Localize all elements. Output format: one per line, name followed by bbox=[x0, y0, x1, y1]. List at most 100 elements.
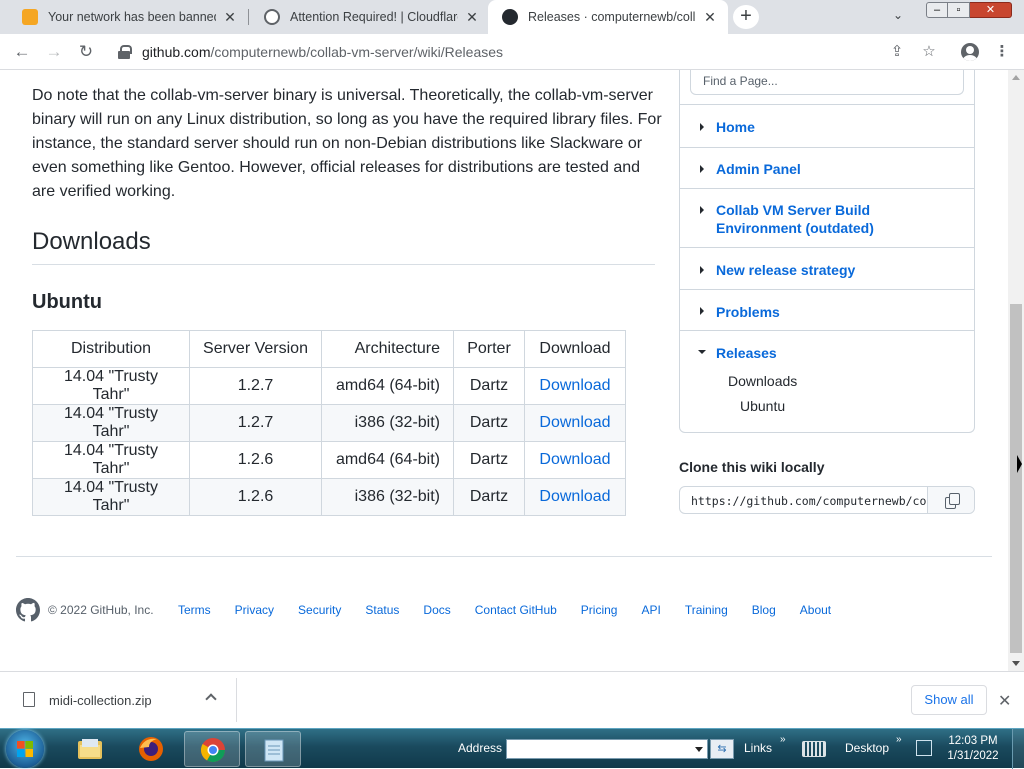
find-page-input[interactable]: Find a Page... bbox=[690, 70, 964, 95]
column-header: Server Version bbox=[189, 330, 322, 368]
window-close-button[interactable]: ✕ bbox=[970, 2, 1012, 18]
footer-link-training[interactable]: Training bbox=[685, 603, 728, 617]
sidebar-item-admin-panel[interactable]: Admin Panel bbox=[680, 147, 974, 188]
table-row: 14.04 "Trusty Tahr" 1.2.7 i386 (32-bit) … bbox=[32, 404, 626, 442]
address-toolbar-input[interactable] bbox=[506, 739, 708, 759]
close-icon[interactable]: ✕ bbox=[222, 9, 238, 26]
architecture-cell: i386 (32-bit) bbox=[321, 478, 454, 516]
footer-link-status[interactable]: Status bbox=[365, 603, 399, 617]
maximize-button[interactable]: ▫ bbox=[948, 2, 970, 18]
tab-title: Releases · computernewb/collab bbox=[528, 10, 696, 24]
menu-kebab-icon[interactable]: ⋮ bbox=[993, 43, 1011, 61]
chevron-double-right-icon[interactable]: » bbox=[896, 734, 902, 745]
footer-links: Terms Privacy Security Status Docs Conta… bbox=[178, 603, 855, 617]
scroll-up-arrow-icon[interactable] bbox=[1012, 75, 1020, 80]
tab-cloudflare[interactable]: Attention Required! | Cloudflare ✕ bbox=[250, 0, 490, 34]
footer-link-docs[interactable]: Docs bbox=[423, 603, 450, 617]
sidebar-subitem-ubuntu[interactable]: Ubuntu bbox=[740, 398, 785, 414]
sidebar-item-label: Admin Panel bbox=[716, 161, 801, 177]
sidebar-item-build-environment[interactable]: Collab VM Server Build Environment (outd… bbox=[680, 188, 974, 247]
forward-arrow-icon[interactable]: → bbox=[44, 42, 64, 62]
column-header: Architecture bbox=[321, 330, 454, 368]
sidebar-subitem-downloads[interactable]: Downloads bbox=[728, 373, 797, 389]
taskbar-explorer[interactable] bbox=[62, 731, 118, 767]
ubuntu-heading: Ubuntu bbox=[32, 291, 102, 313]
sidebar-item-new-release-strategy[interactable]: New release strategy bbox=[680, 247, 974, 289]
star-bookmark-icon[interactable]: ☆ bbox=[920, 43, 938, 61]
keyboard-icon[interactable] bbox=[802, 741, 826, 757]
github-logo-icon[interactable] bbox=[16, 598, 40, 622]
page-scrollbar[interactable] bbox=[1008, 70, 1024, 671]
sidebar-item-releases[interactable]: Releases bbox=[680, 330, 974, 432]
shelf-divider bbox=[236, 678, 237, 722]
network-icon[interactable] bbox=[916, 740, 932, 756]
desktop-toolbar-label[interactable]: Desktop bbox=[845, 741, 889, 755]
reload-icon[interactable]: ↻ bbox=[76, 42, 96, 62]
chevron-up-icon[interactable] bbox=[205, 693, 217, 705]
footer-link-security[interactable]: Security bbox=[298, 603, 341, 617]
download-shelf: midi-collection.zip Show all ✕ bbox=[0, 671, 1024, 728]
taskbar-chrome[interactable] bbox=[184, 731, 240, 767]
column-header: Distribution bbox=[32, 330, 190, 368]
download-cell: Download bbox=[524, 478, 626, 516]
footer-link-privacy[interactable]: Privacy bbox=[235, 603, 274, 617]
back-arrow-icon[interactable]: ← bbox=[12, 42, 32, 62]
system-clock[interactable]: 12:03 PM 1/31/2022 bbox=[942, 734, 1004, 764]
windows-taskbar: Address ⇆ Links » Desktop » 12:03 PM 1/3… bbox=[0, 728, 1024, 769]
address-bar[interactable]: github.com/computernewb/collab-vm-server… bbox=[106, 38, 956, 66]
porter-cell: Dartz bbox=[453, 404, 525, 442]
folder-icon bbox=[78, 739, 102, 759]
scrollbar-thumb[interactable] bbox=[1010, 304, 1022, 653]
footer-link-api[interactable]: API bbox=[641, 603, 660, 617]
chrome-icon bbox=[200, 738, 225, 763]
warning-favicon-icon bbox=[22, 9, 38, 25]
version-cell: 1.2.6 bbox=[189, 478, 322, 516]
download-link[interactable]: Download bbox=[539, 488, 610, 505]
footer-link-contact[interactable]: Contact GitHub bbox=[475, 603, 557, 617]
show-all-button[interactable]: Show all bbox=[911, 685, 987, 715]
minimize-button[interactable]: – bbox=[926, 2, 948, 18]
start-button[interactable] bbox=[6, 730, 44, 768]
file-icon bbox=[23, 692, 35, 707]
tab-search-chevron-icon[interactable]: ⌄ bbox=[886, 8, 910, 26]
sidebar-item-home[interactable]: Home bbox=[680, 104, 974, 147]
close-icon[interactable]: ✕ bbox=[464, 9, 480, 26]
download-link[interactable]: Download bbox=[539, 451, 610, 468]
profile-avatar-icon[interactable] bbox=[961, 43, 979, 61]
tab-banned[interactable]: Your network has been banned f ✕ bbox=[8, 0, 248, 34]
footer-link-about[interactable]: About bbox=[800, 603, 831, 617]
download-link[interactable]: Download bbox=[539, 414, 610, 431]
show-desktop-button[interactable] bbox=[1012, 729, 1024, 769]
mouse-pointer-icon bbox=[1017, 455, 1022, 473]
links-toolbar-label[interactable]: Links bbox=[744, 741, 772, 755]
new-tab-button[interactable]: + bbox=[733, 5, 759, 29]
caret-down-icon bbox=[698, 350, 706, 354]
go-arrows-icon[interactable]: ⇆ bbox=[710, 739, 734, 759]
sidebar-item-label: Collab VM Server Build Environment (outd… bbox=[716, 202, 874, 236]
chevron-double-right-icon[interactable]: » bbox=[780, 734, 786, 745]
footer-link-pricing[interactable]: Pricing bbox=[581, 603, 618, 617]
taskbar-firefox[interactable] bbox=[123, 731, 179, 767]
clock-date: 1/31/2022 bbox=[947, 750, 999, 762]
copy-icon[interactable] bbox=[928, 487, 974, 513]
download-file-name[interactable]: midi-collection.zip bbox=[49, 693, 152, 708]
sidebar-item-label: Releases bbox=[716, 345, 777, 361]
close-icon[interactable]: ✕ bbox=[998, 691, 1011, 711]
tab-separator bbox=[248, 9, 249, 25]
dropdown-arrow-icon[interactable] bbox=[695, 747, 703, 752]
sidebar-item-label: Home bbox=[716, 119, 755, 135]
download-cell: Download bbox=[524, 367, 626, 405]
footer-link-blog[interactable]: Blog bbox=[752, 603, 776, 617]
tab-releases[interactable]: Releases · computernewb/collab ✕ bbox=[488, 0, 728, 34]
copyright-text: © 2022 GitHub, Inc. bbox=[48, 603, 154, 617]
scroll-down-arrow-icon[interactable] bbox=[1012, 661, 1020, 666]
footer-link-terms[interactable]: Terms bbox=[178, 603, 211, 617]
sidebar-item-problems[interactable]: Problems bbox=[680, 289, 974, 330]
github-favicon-icon bbox=[502, 9, 518, 25]
clone-heading: Clone this wiki locally bbox=[679, 459, 825, 475]
share-icon[interactable]: ⇪ bbox=[888, 43, 906, 61]
close-icon[interactable]: ✕ bbox=[702, 9, 718, 26]
taskbar-app-window[interactable] bbox=[245, 731, 301, 767]
download-link[interactable]: Download bbox=[539, 377, 610, 394]
clone-url-input[interactable]: https://github.com/computernewb/co bbox=[680, 487, 928, 513]
